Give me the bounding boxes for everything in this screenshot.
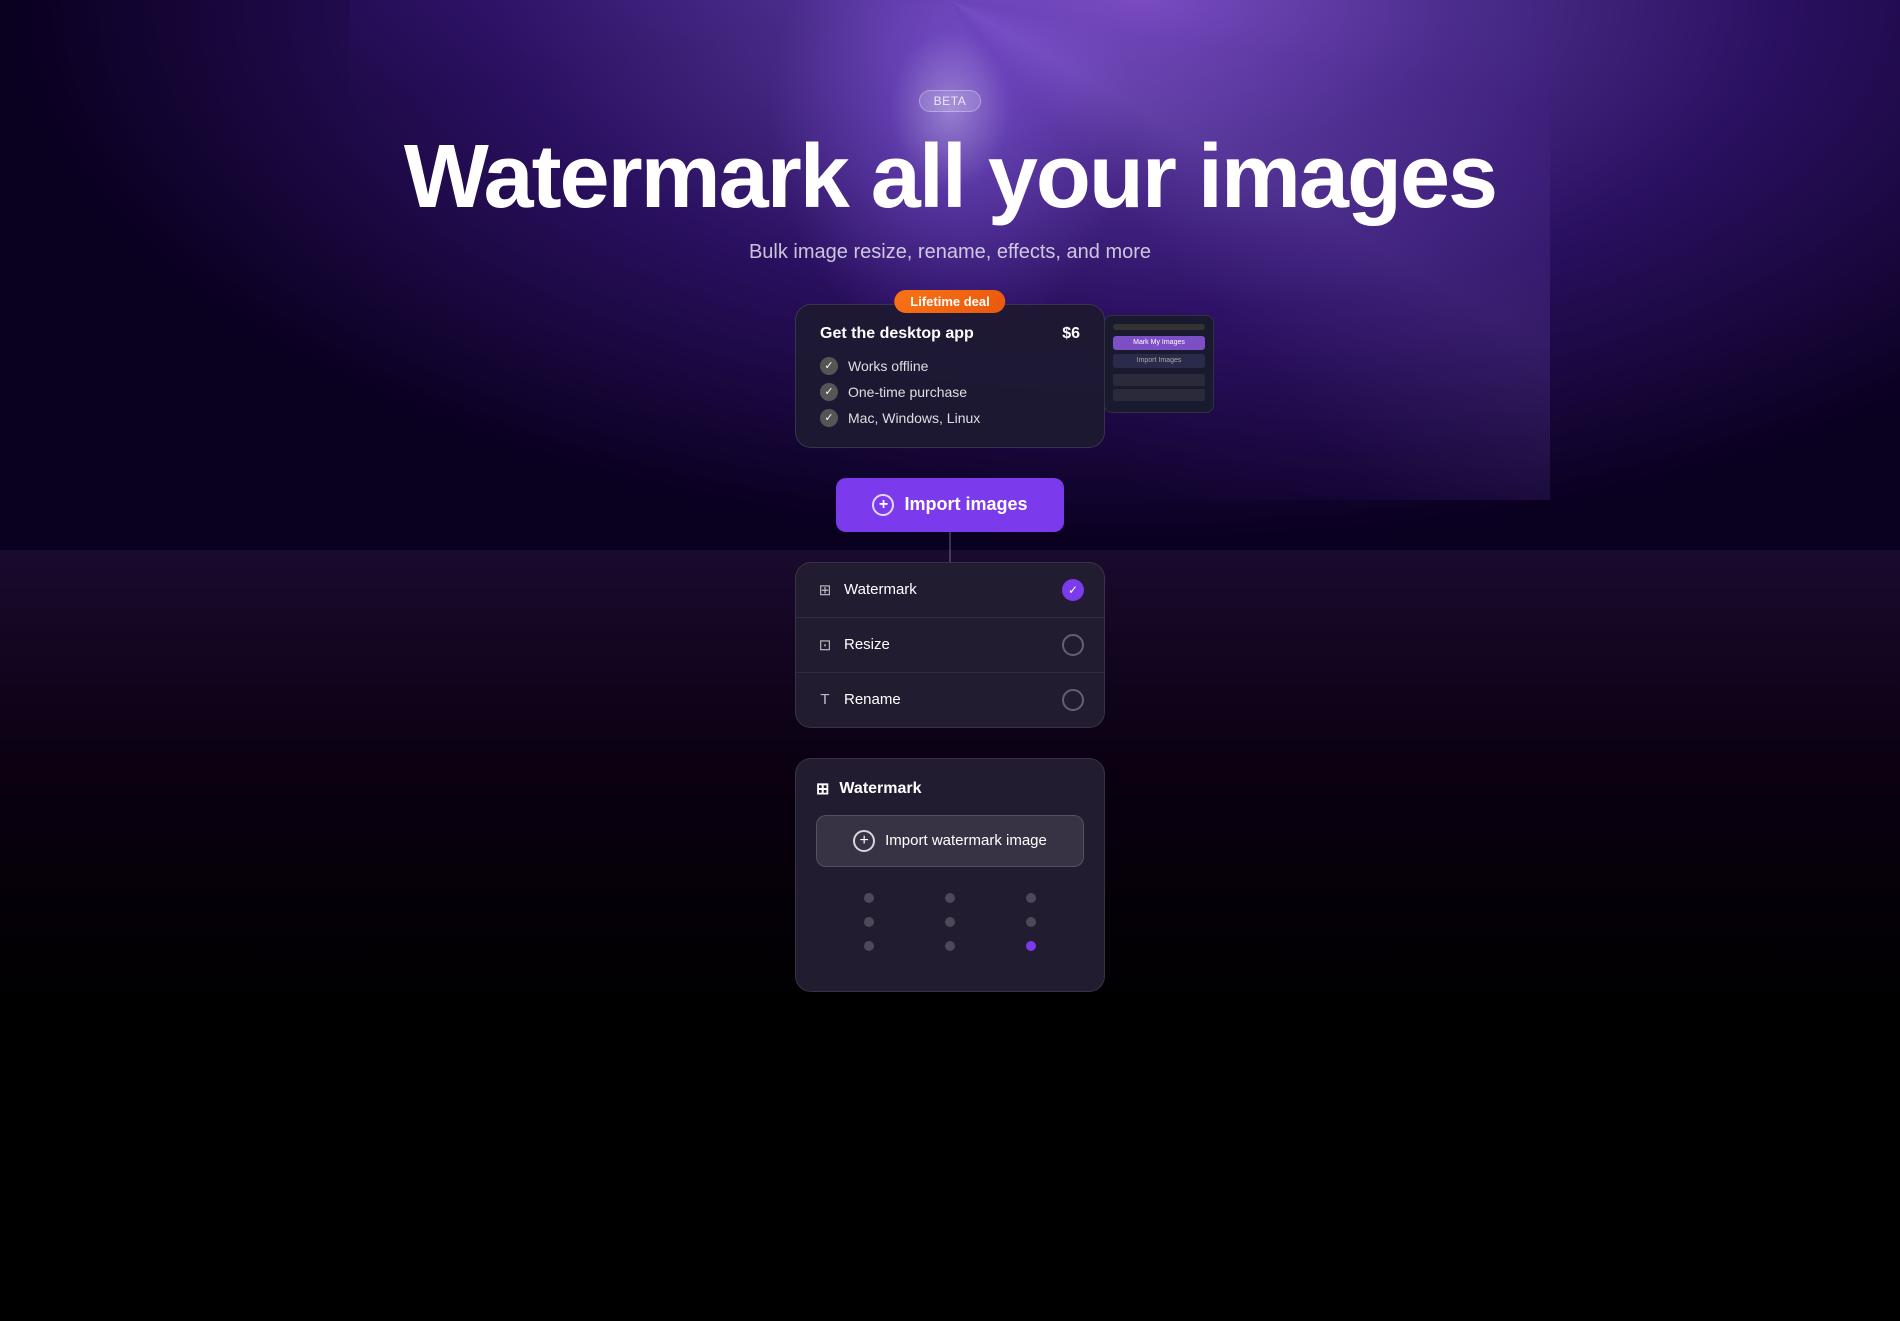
promo-card: Lifetime deal Get the desktop app $6 Wor… [795, 304, 1105, 448]
resize-option-row[interactable]: ⊡ Resize [796, 618, 1104, 673]
watermark-option-row[interactable]: ⊞ Watermark [796, 563, 1104, 618]
import-images-button[interactable]: + Import images [836, 478, 1063, 532]
watermark-icon: ⊞ [816, 581, 834, 599]
rename-option-row[interactable]: T Rename [796, 673, 1104, 727]
dot-top-left[interactable] [864, 893, 874, 903]
dot-mid-right[interactable] [1026, 917, 1036, 927]
options-panel: ⊞ Watermark ⊡ Resize T Rename [795, 562, 1105, 728]
promo-feature-offline: Works offline [820, 357, 1080, 375]
connector-line [949, 532, 951, 562]
promo-feature-purchase: One-time purchase [820, 383, 1080, 401]
app-preview: Mark My Images Import Images [1104, 315, 1214, 413]
import-wm-plus-icon: + [853, 830, 875, 852]
dot-top-center[interactable] [945, 893, 955, 903]
rename-toggle-inactive[interactable] [1062, 689, 1084, 711]
check-icon-platform [820, 409, 838, 427]
plus-icon: + [872, 494, 894, 516]
promo-card-title: Get the desktop app [820, 325, 974, 343]
subtitle: Bulk image resize, rename, effects, and … [749, 241, 1151, 264]
position-grid [816, 883, 1084, 961]
beta-badge: BETA [919, 90, 982, 112]
promo-price: $6 [1062, 325, 1080, 343]
resize-icon: ⊡ [816, 636, 834, 654]
rename-icon: T [816, 691, 834, 709]
dot-mid-left[interactable] [864, 917, 874, 927]
dot-mid-center[interactable] [945, 917, 955, 927]
watermark-section: ⊞ Watermark + Import watermark image [795, 758, 1105, 992]
import-watermark-button[interactable]: + Import watermark image [816, 815, 1084, 867]
check-icon-purchase [820, 383, 838, 401]
dot-top-right[interactable] [1026, 893, 1036, 903]
check-icon-offline [820, 357, 838, 375]
watermark-section-header: ⊞ Watermark [816, 779, 1084, 799]
main-title: Watermark all your images [404, 130, 1496, 225]
dot-bot-center[interactable] [945, 941, 955, 951]
promo-feature-platform: Mac, Windows, Linux [820, 409, 1080, 427]
watermark-section-icon: ⊞ [816, 779, 829, 799]
dot-bot-left[interactable] [864, 941, 874, 951]
lifetime-badge: Lifetime deal [894, 290, 1005, 313]
resize-toggle-inactive[interactable] [1062, 634, 1084, 656]
dot-bot-right[interactable] [1026, 941, 1036, 951]
watermark-toggle-active[interactable] [1062, 579, 1084, 601]
